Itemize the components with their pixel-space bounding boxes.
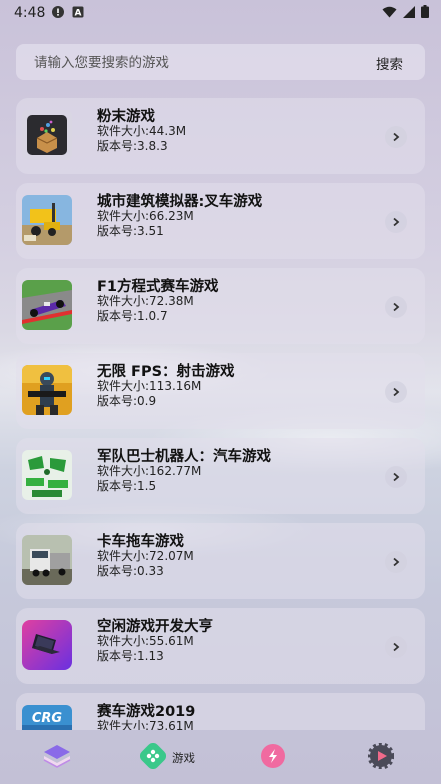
wifi-icon <box>382 6 397 22</box>
list-item[interactable]: 城市建筑模拟器:叉车游戏 软件大小:66.23M 版本号:3.51 <box>16 183 425 259</box>
forklift-game-icon <box>22 195 72 245</box>
battery-icon <box>421 5 429 22</box>
game-title: 城市建筑模拟器:叉车游戏 <box>97 194 263 210</box>
a-icon: A <box>72 6 84 19</box>
robot-car-icon <box>22 450 72 500</box>
tab-discover[interactable] <box>260 744 286 772</box>
game-title: 卡车拖车游戏 <box>97 534 184 550</box>
game-title: 无限 FPS：射击游戏 <box>97 364 235 380</box>
crg-racing-icon: CRG <box>22 705 72 730</box>
chevron-right-icon[interactable] <box>385 466 407 488</box>
list-item[interactable]: F1方程式赛车游戏 软件大小:72.38M 版本号:1.0.7 <box>16 268 425 344</box>
fps-shooter-icon <box>22 365 72 415</box>
search-bar: 搜索 <box>16 44 425 80</box>
game-title: 赛车游戏2019 <box>97 704 196 720</box>
tab-settings[interactable] <box>367 742 395 773</box>
alert-icon <box>52 6 64 18</box>
game-title: 粉末游戏 <box>97 109 155 125</box>
gamepad-icon <box>139 742 167 773</box>
f1-racing-icon <box>22 280 72 330</box>
status-time: 4:48 <box>14 5 46 21</box>
game-version: 版本号:0.9 <box>97 394 157 408</box>
game-size: 软件大小:113.16M <box>97 379 202 393</box>
list-item[interactable]: 军队巴士机器人：汽车游戏 软件大小:162.77M 版本号:1.5 <box>16 438 425 514</box>
game-size: 软件大小:55.61M <box>97 634 194 648</box>
capsule-icon <box>260 743 286 773</box>
tab-home[interactable] <box>42 744 72 772</box>
svg-text:CRG: CRG <box>32 711 63 726</box>
svg-text:A: A <box>75 9 82 19</box>
powder-game-icon <box>22 110 72 160</box>
game-version: 版本号:3.51 <box>97 224 164 238</box>
gear-play-icon <box>367 742 395 773</box>
game-version: 版本号:1.0.7 <box>97 309 168 323</box>
search-button[interactable]: 搜索 <box>376 53 403 73</box>
laptop-icon <box>22 620 72 670</box>
game-title: 军队巴士机器人：汽车游戏 <box>97 449 271 465</box>
list-item[interactable]: CRG 赛车游戏2019 软件大小:73.61M <box>16 693 425 730</box>
tab-games-label: 游戏 <box>172 751 195 765</box>
truck-trailer-icon <box>22 535 72 585</box>
chevron-right-icon[interactable] <box>385 551 407 573</box>
game-version: 版本号:1.5 <box>97 479 157 493</box>
game-size: 软件大小:72.38M <box>97 294 194 308</box>
game-version: 版本号:0.33 <box>97 564 164 578</box>
list-item[interactable]: 卡车拖车游戏 软件大小:72.07M 版本号:0.33 <box>16 523 425 599</box>
layers-icon <box>42 742 72 774</box>
chevron-right-icon[interactable] <box>385 211 407 233</box>
search-input[interactable] <box>32 51 336 75</box>
game-size: 软件大小:162.77M <box>97 464 202 478</box>
game-size: 软件大小:72.07M <box>97 549 194 563</box>
chevron-right-icon[interactable] <box>385 126 407 148</box>
chevron-right-icon[interactable] <box>385 636 407 658</box>
signal-icon <box>403 5 415 22</box>
game-version: 版本号:1.13 <box>97 649 164 663</box>
status-bar: 4:48 A <box>0 0 441 26</box>
list-item[interactable]: 粉末游戏 软件大小:44.3M 版本号:3.8.3 <box>16 98 425 174</box>
bottom-tab-bar: 游戏 <box>0 730 441 784</box>
game-version: 版本号:3.8.3 <box>97 139 168 153</box>
list-item[interactable]: 空闲游戏开发大亨 软件大小:55.61M 版本号:1.13 <box>16 608 425 684</box>
chevron-right-icon[interactable] <box>385 296 407 318</box>
game-size: 软件大小:73.61M <box>97 719 194 730</box>
chevron-right-icon[interactable] <box>385 381 407 403</box>
game-size: 软件大小:44.3M <box>97 124 187 138</box>
tab-games[interactable]: 游戏 <box>139 742 195 773</box>
game-title: F1方程式赛车游戏 <box>97 279 219 295</box>
game-size: 软件大小:66.23M <box>97 209 194 223</box>
list-item[interactable]: 无限 FPS：射击游戏 软件大小:113.16M 版本号:0.9 <box>16 353 425 429</box>
game-list: 粉末游戏 软件大小:44.3M 版本号:3.8.3 城市建筑模拟器:叉车游戏 软… <box>16 98 425 730</box>
game-title: 空闲游戏开发大亨 <box>97 619 213 635</box>
